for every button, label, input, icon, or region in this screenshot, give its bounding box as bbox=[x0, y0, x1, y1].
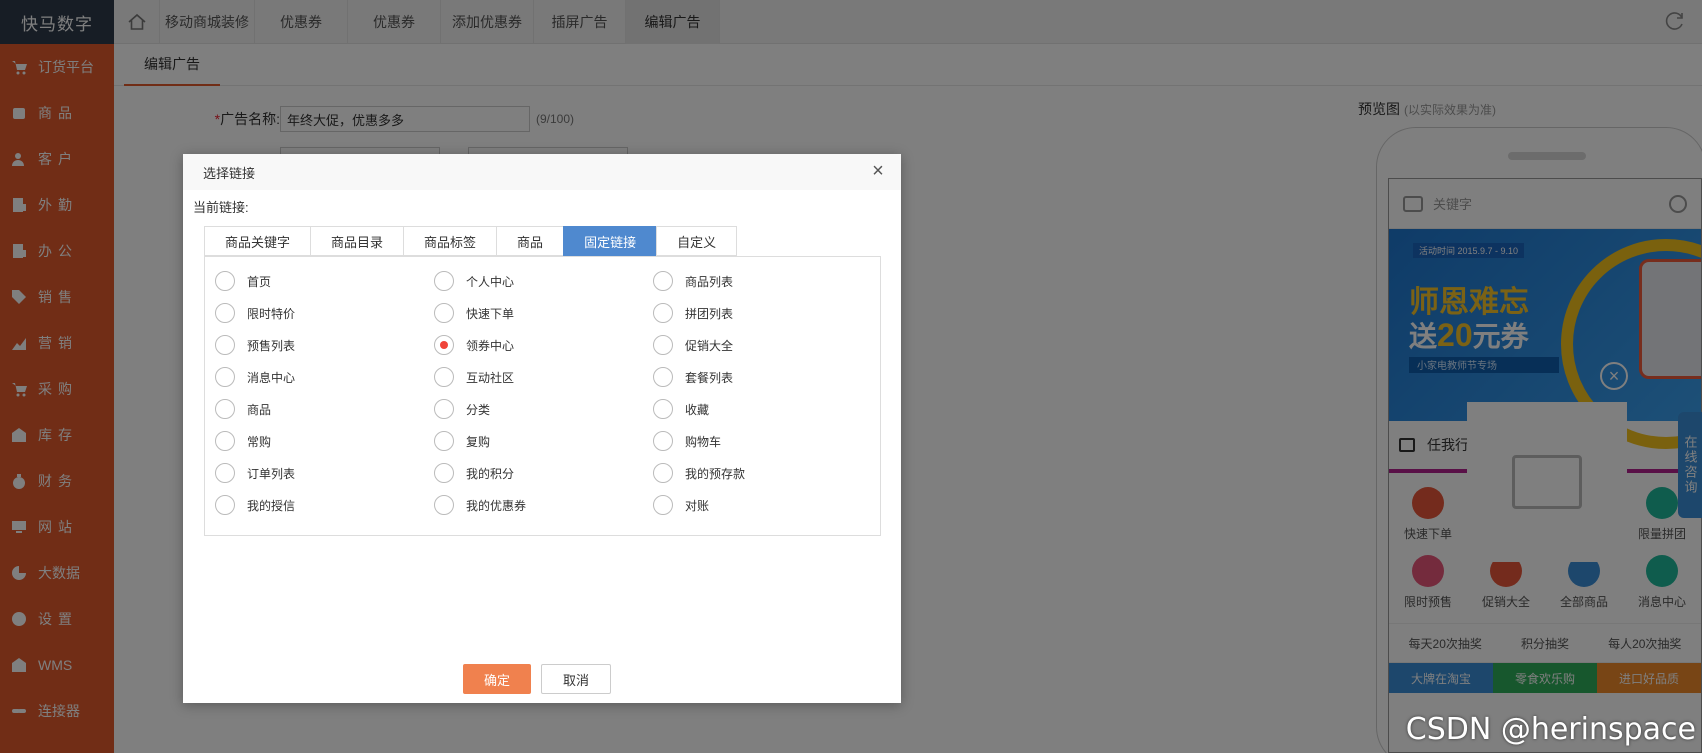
link-option-label: 拼团列表 bbox=[685, 306, 734, 321]
link-option[interactable]: 我的积分 bbox=[434, 463, 653, 483]
radio-checked[interactable] bbox=[434, 335, 454, 355]
link-option-label: 领券中心 bbox=[466, 338, 515, 353]
link-option[interactable]: 互动社区 bbox=[434, 367, 653, 387]
link-option-label: 商品 bbox=[247, 402, 272, 417]
link-option-label: 套餐列表 bbox=[685, 370, 734, 385]
link-option-label: 预售列表 bbox=[247, 338, 296, 353]
dialog-title: 选择链接 bbox=[203, 165, 256, 181]
radio-unchecked[interactable] bbox=[653, 399, 673, 419]
link-option[interactable]: 预售列表 bbox=[215, 335, 434, 355]
radio-unchecked[interactable] bbox=[434, 303, 454, 323]
link-option[interactable]: 商品列表 bbox=[653, 271, 872, 291]
link-type-tab[interactable]: 商品目录 bbox=[310, 226, 404, 256]
link-option[interactable]: 领券中心 bbox=[434, 335, 653, 355]
link-option[interactable]: 个人中心 bbox=[434, 271, 653, 291]
select-link-dialog: 选择链接 × 当前链接: 商品关键字 商品目录 商品标签 商品 固定链接 自定义 首页 个人… bbox=[183, 154, 901, 703]
radio-unchecked[interactable] bbox=[434, 463, 454, 483]
link-option-label: 促销大全 bbox=[685, 338, 734, 353]
dialog-header: 选择链接 × bbox=[183, 154, 901, 190]
link-option-label: 首页 bbox=[247, 274, 272, 289]
link-option[interactable]: 复购 bbox=[434, 431, 653, 451]
link-option[interactable]: 分类 bbox=[434, 399, 653, 419]
close-icon[interactable]: × bbox=[867, 160, 889, 182]
link-option[interactable]: 套餐列表 bbox=[653, 367, 872, 387]
radio-unchecked[interactable] bbox=[653, 367, 673, 387]
radio-unchecked[interactable] bbox=[653, 463, 673, 483]
link-option-label: 我的积分 bbox=[466, 466, 515, 481]
link-option-label: 我的授信 bbox=[247, 498, 296, 513]
link-type-tab[interactable]: 商品关键字 bbox=[204, 226, 311, 256]
radio-unchecked[interactable] bbox=[215, 303, 235, 323]
link-option[interactable]: 对账 bbox=[653, 495, 872, 515]
link-options-grid: 首页 个人中心 商品列表限时特价 快速下单 拼团列表预售列表 领券中心 促销大全消息中心 互动… bbox=[215, 271, 872, 515]
watermark: CSDN @herinspace bbox=[1405, 712, 1696, 747]
radio-unchecked[interactable] bbox=[215, 431, 235, 451]
link-option-label: 我的预存款 bbox=[685, 466, 746, 481]
link-option[interactable]: 我的授信 bbox=[215, 495, 434, 515]
radio-unchecked[interactable] bbox=[215, 271, 235, 291]
link-option[interactable]: 购物车 bbox=[653, 431, 872, 451]
link-option[interactable]: 商品 bbox=[215, 399, 434, 419]
radio-unchecked[interactable] bbox=[434, 431, 454, 451]
radio-unchecked[interactable] bbox=[653, 335, 673, 355]
link-option-label: 分类 bbox=[466, 402, 491, 417]
link-option-label: 复购 bbox=[466, 434, 491, 449]
current-link-label: 当前链接: bbox=[193, 200, 249, 215]
radio-unchecked[interactable] bbox=[653, 271, 673, 291]
link-option-label: 购物车 bbox=[685, 434, 722, 449]
link-option[interactable]: 限时特价 bbox=[215, 303, 434, 323]
radio-unchecked[interactable] bbox=[653, 303, 673, 323]
radio-unchecked[interactable] bbox=[215, 463, 235, 483]
link-type-tab[interactable]: 商品 bbox=[496, 226, 564, 256]
link-option[interactable]: 常购 bbox=[215, 431, 434, 451]
radio-unchecked[interactable] bbox=[653, 495, 673, 515]
link-type-tab[interactable]: 商品标签 bbox=[403, 226, 497, 256]
link-option-label: 我的优惠券 bbox=[466, 498, 527, 513]
link-options-panel: 首页 个人中心 商品列表限时特价 快速下单 拼团列表预售列表 领券中心 促销大全消息中心 互动… bbox=[204, 256, 881, 536]
radio-unchecked[interactable] bbox=[215, 495, 235, 515]
link-option[interactable]: 我的优惠券 bbox=[434, 495, 653, 515]
link-option[interactable]: 消息中心 bbox=[215, 367, 434, 387]
link-option-label: 快速下单 bbox=[466, 306, 515, 321]
cancel-button[interactable]: 取消 bbox=[541, 664, 611, 694]
link-type-tab[interactable]: 固定链接 bbox=[563, 226, 657, 256]
radio-unchecked[interactable] bbox=[434, 495, 454, 515]
link-option[interactable]: 拼团列表 bbox=[653, 303, 872, 323]
link-option[interactable]: 订单列表 bbox=[215, 463, 434, 483]
link-option-label: 订单列表 bbox=[247, 466, 296, 481]
radio-unchecked[interactable] bbox=[434, 271, 454, 291]
confirm-button[interactable]: 确定 bbox=[463, 664, 531, 694]
link-option-label: 收藏 bbox=[685, 402, 710, 417]
radio-unchecked[interactable] bbox=[434, 367, 454, 387]
link-option[interactable]: 首页 bbox=[215, 271, 434, 291]
link-type-tab[interactable]: 自定义 bbox=[656, 226, 738, 256]
link-option-label: 消息中心 bbox=[247, 370, 296, 385]
link-option[interactable]: 收藏 bbox=[653, 399, 872, 419]
link-option[interactable]: 我的预存款 bbox=[653, 463, 872, 483]
link-type-tabs: 商品关键字 商品目录 商品标签 商品 固定链接 自定义 bbox=[204, 226, 738, 256]
link-option-label: 互动社区 bbox=[466, 370, 515, 385]
link-option-label: 限时特价 bbox=[247, 306, 296, 321]
radio-unchecked[interactable] bbox=[215, 367, 235, 387]
radio-unchecked[interactable] bbox=[653, 431, 673, 451]
radio-unchecked[interactable] bbox=[434, 399, 454, 419]
link-option-label: 个人中心 bbox=[466, 274, 515, 289]
link-option[interactable]: 促销大全 bbox=[653, 335, 872, 355]
link-option-label: 常购 bbox=[247, 434, 272, 449]
radio-unchecked[interactable] bbox=[215, 399, 235, 419]
radio-unchecked[interactable] bbox=[215, 335, 235, 355]
link-option[interactable]: 快速下单 bbox=[434, 303, 653, 323]
dialog-buttons: 确定 取消 bbox=[463, 664, 611, 694]
link-option-label: 对账 bbox=[685, 498, 710, 513]
link-option-label: 商品列表 bbox=[685, 274, 734, 289]
